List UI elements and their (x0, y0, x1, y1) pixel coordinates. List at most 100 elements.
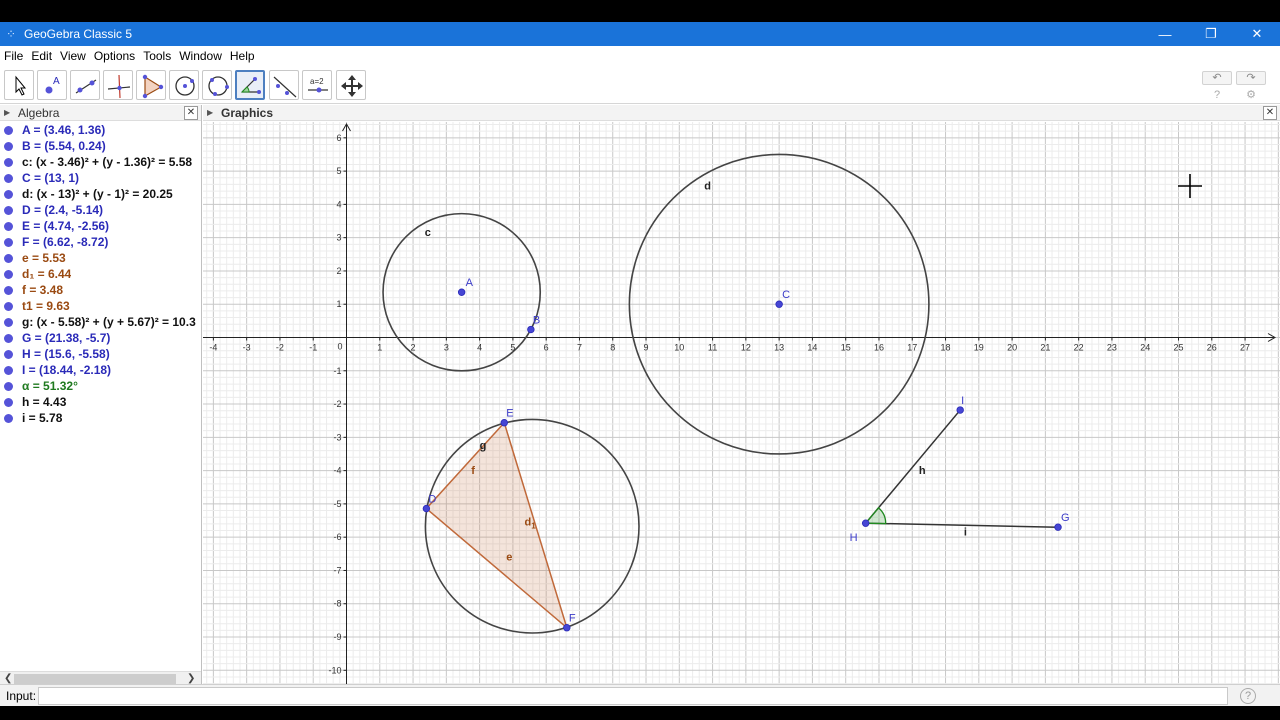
settings-gear-icon[interactable]: ⚙ (1243, 88, 1259, 102)
visibility-toggle-icon[interactable] (4, 381, 13, 391)
label-d1: d1 (525, 517, 537, 531)
algebra-item-text: c: (x - 3.46)² + (y - 1.36)² = 5.58 (22, 155, 193, 169)
angle-tool-button[interactable] (235, 70, 265, 100)
polygon-tool-button[interactable] (136, 70, 166, 100)
algebra-item[interactable]: d₁ = 6.44 (0, 266, 201, 282)
circle-center-icon (175, 76, 195, 96)
algebra-view: ▶ Algebra ✕ A = (3.46, 1.36) B = (5.54, 0… (0, 105, 202, 685)
y-tick-label: -9 (333, 632, 341, 642)
algebra-item-text: B = (5.54, 0.24) (22, 139, 106, 153)
visibility-toggle-icon[interactable] (4, 125, 13, 135)
undo-redo-area: ↶ ↷ ? ⚙ (1200, 70, 1270, 102)
algebra-item[interactable]: α = 51.32° (0, 378, 201, 394)
algebra-item[interactable]: C = (13, 1) (0, 170, 201, 186)
algebra-item[interactable]: e = 5.53 (0, 250, 201, 266)
visibility-toggle-icon[interactable] (4, 221, 13, 231)
collapse-triangle-icon[interactable]: ▶ (4, 108, 14, 117)
algebra-close-button[interactable]: ✕ (184, 105, 198, 120)
visibility-toggle-icon[interactable] (4, 141, 13, 151)
visibility-toggle-icon[interactable] (4, 349, 13, 359)
algebra-item[interactable]: f = 3.48 (0, 282, 201, 298)
algebra-item[interactable]: E = (4.74, -2.56) (0, 218, 201, 234)
algebra-item[interactable]: i = 5.78 (0, 410, 201, 426)
point-G (1054, 523, 1062, 531)
y-tick-label: 5 (336, 166, 341, 176)
algebra-item[interactable]: c: (x - 3.46)² + (y - 1.36)² = 5.58 (0, 154, 201, 170)
perpendicular-line-tool-button[interactable] (103, 70, 133, 100)
y-tick-label: -4 (333, 466, 341, 476)
visibility-toggle-icon[interactable] (4, 253, 13, 263)
algebra-item[interactable]: h = 4.43 (0, 394, 201, 410)
visibility-toggle-icon[interactable] (4, 157, 13, 167)
menu-file[interactable]: File (0, 49, 27, 63)
visibility-toggle-icon[interactable] (4, 173, 13, 183)
reflect-tool-button[interactable] (269, 70, 299, 100)
point-A (457, 288, 466, 296)
redo-button[interactable]: ↷ (1236, 71, 1266, 85)
menu-window[interactable]: Window (175, 49, 226, 63)
graphics-canvas[interactable]: -4 -3 -2 -1 1 2 3 4 5 6 7 8 9 10 11 12 13 14 15 16 17 18 19 20 2… (203, 122, 1280, 685)
label-g: g (480, 440, 487, 452)
point-tool-button[interactable]: A (37, 70, 67, 100)
move-graphics-view-tool-button[interactable] (336, 70, 366, 100)
visibility-toggle-icon[interactable] (4, 413, 13, 423)
scrollbar-thumb[interactable] (14, 674, 176, 684)
visibility-toggle-icon[interactable] (4, 189, 13, 199)
x-tick-label: 7 (577, 343, 582, 353)
algebra-item[interactable]: t1 = 9.63 (0, 298, 201, 314)
menu-help[interactable]: Help (226, 49, 259, 63)
algebra-item[interactable]: F = (6.62, -8.72) (0, 234, 201, 250)
restore-button[interactable]: ❐ (1188, 22, 1234, 46)
algebra-item[interactable]: g: (x - 5.58)² + (y + 5.67)² = 10.3 (0, 314, 201, 330)
menu-edit[interactable]: Edit (27, 49, 56, 63)
algebra-item[interactable]: d: (x - 13)² + (y - 1)² = 20.25 (0, 186, 201, 202)
graphics-close-button[interactable]: ✕ (1263, 105, 1277, 120)
line-tool-button[interactable] (70, 70, 100, 100)
x-tick-label: 8 (610, 343, 615, 353)
menu-view[interactable]: View (56, 49, 90, 63)
x-tick-label: 6 (544, 343, 549, 353)
visibility-toggle-icon[interactable] (4, 317, 13, 327)
input-help-icon[interactable]: ? (1240, 687, 1256, 704)
x-tick-label: 14 (807, 343, 817, 353)
visibility-toggle-icon[interactable] (4, 237, 13, 247)
y-tick-label: -2 (333, 399, 341, 409)
svg-text:a=2: a=2 (310, 77, 324, 86)
close-window-button[interactable]: ✕ (1234, 22, 1280, 46)
help-icon[interactable]: ? (1209, 88, 1225, 102)
point-C (775, 300, 783, 308)
menu-tools[interactable]: Tools (139, 49, 175, 63)
point-E (500, 418, 508, 427)
perpendicular-line-icon (107, 74, 131, 99)
algebra-item[interactable]: I = (18.44, -2.18) (0, 362, 201, 378)
slider-tool-button[interactable]: a=2 (302, 70, 332, 100)
visibility-toggle-icon[interactable] (4, 365, 13, 375)
y-tick-label: -7 (333, 565, 341, 575)
visibility-toggle-icon[interactable] (4, 397, 13, 407)
graphics-header: ▶ Graphics ✕ (203, 105, 1280, 121)
point-label-B: B (533, 315, 540, 327)
input-field[interactable] (38, 686, 1228, 705)
circle-center-tool-button[interactable] (169, 70, 199, 100)
visibility-toggle-icon[interactable] (4, 205, 13, 215)
x-tick-label: 25 (1173, 343, 1183, 353)
algebra-item[interactable]: D = (2.4, -5.14) (0, 202, 201, 218)
visibility-toggle-icon[interactable] (4, 269, 13, 279)
menu-options[interactable]: Options (90, 49, 139, 63)
x-tick-label: -2 (276, 343, 284, 353)
algebra-horizontal-scrollbar[interactable]: ❮ ❯ (0, 671, 201, 685)
algebra-item[interactable]: B = (5.54, 0.24) (0, 138, 201, 154)
algebra-item-text: G = (21.38, -5.7) (22, 331, 111, 345)
move-tool-button[interactable] (4, 70, 34, 100)
algebra-item[interactable]: G = (21.38, -5.7) (0, 330, 201, 346)
circle-three-points-tool-button[interactable] (202, 70, 232, 100)
algebra-item[interactable]: H = (15.6, -5.58) (0, 346, 201, 362)
visibility-toggle-icon[interactable] (4, 285, 13, 295)
visibility-toggle-icon[interactable] (4, 333, 13, 343)
visibility-toggle-icon[interactable] (4, 301, 13, 311)
algebra-item[interactable]: A = (3.46, 1.36) (0, 122, 201, 138)
algebra-header: ▶ Algebra ✕ (0, 105, 201, 121)
undo-button[interactable]: ↶ (1202, 71, 1232, 85)
minimize-button[interactable]: — (1142, 22, 1188, 46)
collapse-triangle-icon[interactable]: ▶ (207, 108, 217, 117)
